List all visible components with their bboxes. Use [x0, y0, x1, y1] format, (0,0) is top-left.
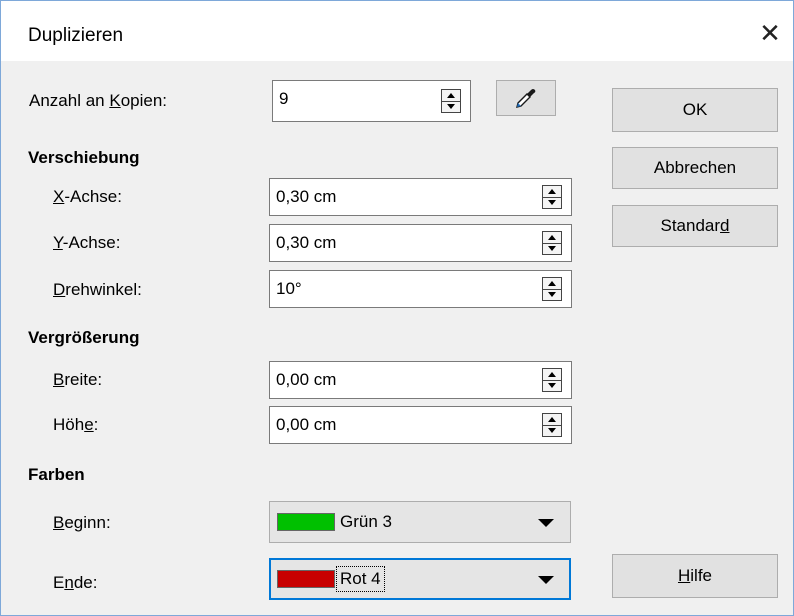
end-color-value: Rot 4: [336, 566, 385, 592]
x-axis-value[interactable]: 0,30 cm: [276, 187, 336, 207]
chevron-down-icon[interactable]: [538, 519, 554, 527]
width-spinbox[interactable]: 0,00 cm: [269, 361, 572, 399]
help-button-label: Hilfe: [677, 566, 712, 585]
chevron-down-icon[interactable]: [538, 576, 554, 584]
duplicate-dialog: Duplizieren ✕ Anzahl an Kopien: 9 Versch…: [0, 0, 794, 616]
x-axis-label: X-Achse:: [53, 187, 122, 206]
x-axis-spinbox[interactable]: 0,30 cm: [269, 178, 572, 216]
rotation-spin-buttons[interactable]: [542, 277, 562, 301]
title-bar: Duplizieren ✕: [1, 1, 793, 61]
width-value[interactable]: 0,00 cm: [276, 370, 336, 390]
width-label: Breite:: [53, 370, 103, 389]
spin-down-icon[interactable]: [543, 425, 561, 436]
copies-spin-buttons[interactable]: [441, 89, 461, 113]
end-color-dropdown[interactable]: Rot 4: [269, 558, 571, 600]
cancel-button-label: Abbrechen: [653, 158, 737, 177]
pipette-icon: [516, 89, 536, 108]
start-color-label: Beginn:: [53, 513, 111, 532]
spin-down-icon[interactable]: [442, 101, 460, 112]
rotation-value[interactable]: 10°: [276, 279, 302, 299]
default-button[interactable]: Standard: [612, 205, 778, 247]
offset-heading: Verschiebung: [28, 148, 140, 167]
help-button[interactable]: Hilfe: [612, 554, 778, 598]
end-color-label: Ende:: [53, 573, 98, 592]
spin-down-icon[interactable]: [543, 197, 561, 208]
spin-down-icon[interactable]: [543, 380, 561, 391]
height-spin-buttons[interactable]: [542, 413, 562, 437]
colors-heading: Farben: [28, 465, 85, 484]
copies-value[interactable]: 9: [279, 89, 288, 109]
rotation-label: Drehwinkel:: [53, 280, 142, 299]
pipette-button[interactable]: [496, 80, 556, 116]
copies-label: Anzahl an Kopien:: [29, 91, 168, 110]
start-color-swatch: [277, 513, 335, 531]
close-icon: ✕: [759, 17, 781, 48]
spin-down-icon[interactable]: [543, 289, 561, 300]
height-spinbox[interactable]: 0,00 cm: [269, 406, 572, 444]
default-button-label: Standard: [660, 216, 730, 235]
height-label: Höhe:: [53, 415, 99, 434]
ok-button-label: OK: [682, 100, 708, 119]
enlargement-heading: Vergrößerung: [28, 328, 140, 347]
width-spin-buttons[interactable]: [542, 368, 562, 392]
close-button[interactable]: ✕: [747, 13, 793, 53]
y-axis-value[interactable]: 0,30 cm: [276, 233, 336, 253]
spin-down-icon[interactable]: [543, 243, 561, 254]
height-value[interactable]: 0,00 cm: [276, 415, 336, 435]
x-axis-spin-buttons[interactable]: [542, 185, 562, 209]
end-color-swatch: [277, 570, 335, 588]
y-axis-label: Y-Achse:: [53, 233, 121, 252]
y-axis-spin-buttons[interactable]: [542, 231, 562, 255]
y-axis-spinbox[interactable]: 0,30 cm: [269, 224, 572, 262]
start-color-value: Grün 3: [340, 512, 392, 531]
dialog-title: Duplizieren: [28, 25, 124, 46]
copies-spinbox[interactable]: 9: [272, 80, 471, 122]
start-color-dropdown[interactable]: Grün 3: [269, 501, 571, 543]
cancel-button[interactable]: Abbrechen: [612, 147, 778, 189]
ok-button[interactable]: OK: [612, 88, 778, 132]
rotation-spinbox[interactable]: 10°: [269, 270, 572, 308]
